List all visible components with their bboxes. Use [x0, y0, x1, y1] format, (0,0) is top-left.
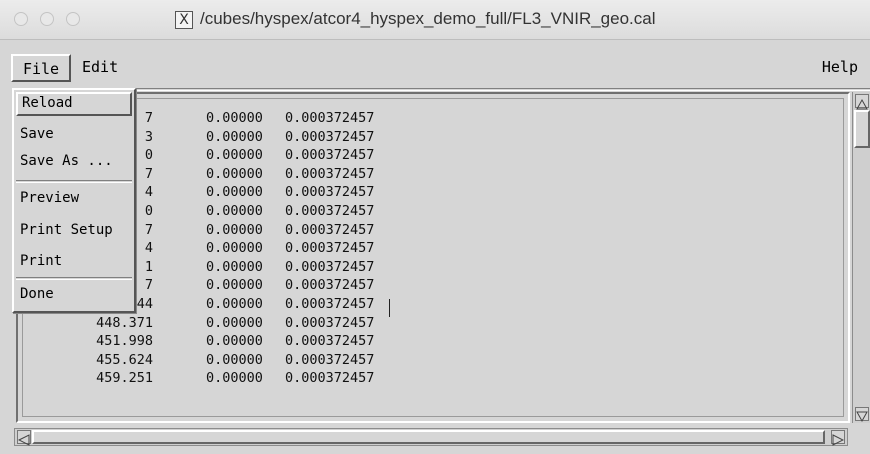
table-cell: 0.00000	[206, 221, 263, 238]
scroll-right-icon[interactable]	[831, 430, 845, 446]
table-cell: 448.371	[96, 314, 153, 331]
text-content[interactable]: 7 0.00000 0.000372457 3 0.00000 0.000372457 0 0…	[22, 98, 844, 417]
table-cell: 0.00000	[206, 333, 263, 350]
file-dropdown-menu: Reload Save Save As ... Preview Print Se…	[12, 88, 136, 313]
table-cell: 0.00000	[206, 165, 263, 182]
table-cell: 0.000372457	[285, 165, 375, 182]
horizontal-scroll-thumb[interactable]	[32, 430, 825, 444]
table-cell: 0.000372457	[285, 147, 375, 164]
table-cell: 459.251	[96, 370, 153, 387]
scroll-down-icon[interactable]	[855, 407, 869, 423]
table-cell: 0.000372457	[285, 314, 375, 331]
table-cell: 0.000372457	[285, 128, 375, 145]
table-cell: 0.00000	[206, 277, 263, 294]
x11-icon: X	[175, 11, 193, 29]
table-cell: 0.000372457	[285, 351, 375, 368]
menu-item-print[interactable]: Print	[16, 250, 132, 274]
table-cell: 0.000372457	[285, 370, 375, 387]
menu-separator	[16, 180, 132, 183]
table-cell: 455.624	[96, 351, 153, 368]
minimize-window-button[interactable]	[40, 12, 54, 26]
menu-bar: File Edit Help	[0, 40, 870, 92]
vertical-scrollbar[interactable]	[852, 92, 870, 423]
table-cell: 0.000372457	[285, 296, 375, 312]
table-cell: 0.00000	[206, 128, 263, 145]
table-cell: 0.000372457	[285, 203, 375, 219]
table-cell: 0.00000	[206, 258, 263, 275]
close-window-button[interactable]	[14, 12, 28, 26]
menu-item-preview[interactable]: Preview	[16, 187, 132, 211]
menu-item-reload[interactable]: Reload	[16, 92, 132, 116]
table-cell: 0.00000	[206, 296, 263, 312]
table-cell: 0.00000	[206, 314, 263, 331]
table-cell: 0.00000	[206, 203, 263, 219]
menu-item-save-as[interactable]: Save As ...	[16, 150, 132, 174]
table-cell: 0.000372457	[285, 258, 375, 275]
window-titlebar: X /cubes/hyspex/atcor4_hyspex_demo_full/…	[0, 0, 870, 40]
window-title: /cubes/hyspex/atcor4_hyspex_demo_full/FL…	[200, 9, 656, 28]
vertical-scroll-thumb[interactable]	[854, 110, 870, 148]
menu-separator	[16, 277, 132, 280]
text-caret	[389, 299, 391, 317]
menu-divider	[12, 88, 870, 91]
table-cell: 0.00000	[206, 184, 263, 201]
menu-help[interactable]: Help	[818, 54, 862, 82]
scroll-left-icon[interactable]	[17, 430, 31, 446]
table-cell: 0.00000	[206, 147, 263, 164]
horizontal-scrollbar[interactable]	[14, 428, 848, 446]
menu-edit[interactable]: Edit	[78, 54, 122, 82]
zoom-window-button[interactable]	[66, 12, 80, 26]
table-cell: 0.00000	[206, 240, 263, 257]
table-cell: 451.998	[96, 333, 153, 350]
menu-item-done[interactable]: Done	[16, 283, 132, 307]
file-text-area[interactable]: 7 0.00000 0.000372457 3 0.00000 0.000372457 0 0…	[16, 92, 850, 423]
table-cell: 0.000372457	[285, 221, 375, 238]
table-cell: 0.00000	[206, 351, 263, 368]
menu-file[interactable]: File	[11, 54, 71, 82]
table-cell: 0.000372457	[285, 240, 375, 257]
table-cell: 0.00000	[206, 110, 263, 126]
table-cell: 0.000372457	[285, 277, 375, 294]
menu-item-print-setup[interactable]: Print Setup	[16, 219, 132, 243]
table-cell: 0.000372457	[285, 184, 375, 201]
menu-item-save[interactable]: Save	[16, 123, 132, 147]
table-cell: 0.000372457	[285, 333, 375, 350]
table-cell: 0.000372457	[285, 110, 375, 126]
scroll-up-icon[interactable]	[855, 94, 869, 110]
table-cell: 0.00000	[206, 370, 263, 387]
